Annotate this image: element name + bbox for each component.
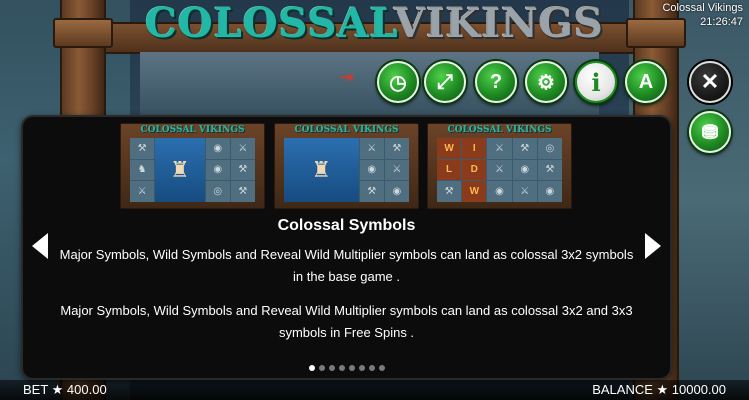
coins-button[interactable]: ⛃ — [689, 111, 731, 153]
question-icon: ? — [489, 70, 503, 93]
logo-part2: VIKINGS — [394, 0, 604, 47]
page-dot[interactable] — [348, 364, 355, 371]
title-clock: Colossal Vikings 21:26:47 — [662, 1, 743, 29]
logo-part1: COLOSSAL — [145, 0, 395, 47]
game-logo: COLOSSALVIKINGS — [0, 0, 749, 47]
info-icon: i — [591, 67, 601, 97]
history-button[interactable]: ◷ — [377, 61, 419, 103]
fullscreen-button[interactable]: ⤢ — [424, 61, 466, 103]
balance-display: BALANCE ★ 10000.00 — [592, 382, 726, 397]
autoplay-button[interactable]: A — [625, 61, 667, 103]
page-dot[interactable] — [308, 364, 315, 371]
colossal-viking-symbol: ♜ — [284, 138, 359, 202]
thumbnail-logo: COLOSSAL VIKINGS — [140, 125, 245, 135]
clock-icon: ◷ — [389, 71, 407, 94]
previous-page-arrow[interactable] — [32, 233, 48, 259]
window-title: Colossal Vikings — [662, 2, 743, 14]
close-button[interactable]: ✕ — [689, 61, 731, 103]
info-panel: COLOSSAL VIKINGS ⚒ ♜ ◉ ⚔ ♞ ◉ ⚒ ⚔ ◎ ⚒ COLOSSAL… — [23, 117, 670, 378]
thumbnail-logo: COLOSSAL VIKINGS — [294, 125, 399, 135]
next-page-arrow[interactable] — [645, 233, 661, 259]
close-icon: ✕ — [700, 69, 720, 94]
help-button[interactable]: ? — [475, 61, 517, 103]
colossal-viking-symbol: ♜ — [155, 138, 205, 202]
expand-arrows-icon: ⤢ — [437, 70, 453, 93]
coins-icon: ⛃ — [701, 121, 719, 144]
page-indicator — [23, 359, 670, 371]
time-display: 21:26:47 — [700, 16, 743, 28]
page-dot[interactable] — [378, 364, 385, 371]
gear-icon: ⚙ — [537, 71, 555, 94]
page-dot[interactable] — [338, 364, 345, 371]
thumbnail-logo: COLOSSAL VIKINGS — [447, 125, 552, 135]
page-dot[interactable] — [358, 364, 365, 371]
section-title: Colossal Symbols — [277, 217, 416, 234]
bet-display: BET ★ 400.00 — [23, 382, 107, 397]
exit-icon[interactable]: ⇥ — [335, 66, 357, 88]
example-thumbnail-3: COLOSSAL VIKINGS W I ⚔ ⚒ ◎ L D ⚔ ◉ ⚒ ⚒ W ◉ ⚔ ◉ — [427, 123, 572, 209]
example-thumbnail-2: COLOSSAL VIKINGS ♜ ⚔ ⚒ ◉ ⚔ ⚒ ◉ — [274, 123, 419, 209]
page-dot[interactable] — [318, 364, 325, 371]
info-button[interactable]: i — [575, 61, 617, 103]
paragraph-base-game: Major Symbols, Wild Symbols and Reveal W… — [59, 247, 634, 284]
page-dot[interactable] — [328, 364, 335, 371]
paragraph-free-spins: Major Symbols, Wild Symbols and Reveal W… — [60, 303, 633, 340]
example-thumbnail-1: COLOSSAL VIKINGS ⚒ ♜ ◉ ⚔ ♞ ◉ ⚒ ⚔ ◎ ⚒ — [120, 123, 265, 209]
settings-button[interactable]: ⚙ — [525, 61, 567, 103]
autoplay-icon: A — [638, 70, 654, 93]
page-dot[interactable] — [368, 364, 375, 371]
